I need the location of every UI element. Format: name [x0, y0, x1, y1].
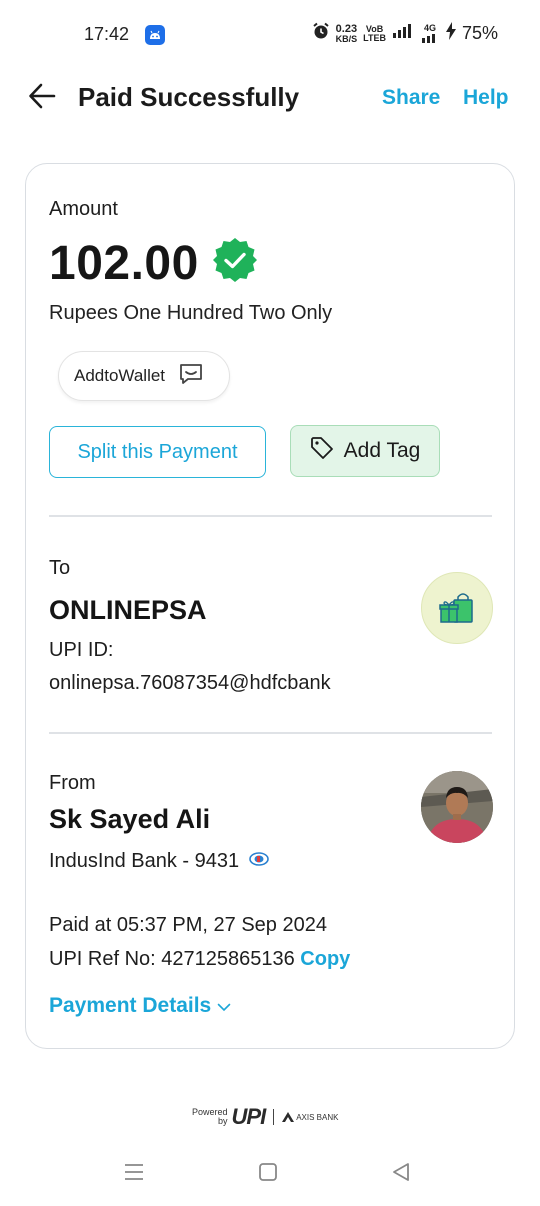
payment-note-text: AddtoWallet — [74, 366, 166, 385]
page-title: Paid Successfully — [78, 82, 300, 112]
amount-label: Amount — [49, 198, 118, 220]
upi-ref-text: UPI Ref No: 427125865136 — [49, 948, 295, 970]
upi-id-label: UPI ID: — [49, 639, 114, 661]
payee-name: ONLINEPSA — [49, 595, 207, 625]
upi-id-value: onlinepsa.76087354@hdfcbank — [49, 672, 331, 694]
payment-note: AddtoWallet — [58, 351, 230, 401]
add-tag-button[interactable]: Add Tag — [290, 425, 440, 477]
split-payment-button[interactable]: Split this Payment — [49, 426, 266, 478]
payer-avatar — [421, 771, 493, 843]
shopping-bags-icon — [421, 572, 493, 644]
signal-icon — [392, 23, 414, 44]
powered-by-footer: Powered by UPI AXIS BANK — [192, 1104, 338, 1130]
back-arrow-icon[interactable] — [28, 82, 56, 110]
app-notification-icon — [145, 25, 165, 45]
battery-percent: 75% — [461, 23, 498, 43]
from-label: From — [49, 772, 96, 794]
amount-in-words: Rupees One Hundred Two Only — [49, 302, 333, 324]
payment-card: Amount 102.00 Rupees One Hundred Two Onl… — [25, 163, 515, 1049]
home-square-icon[interactable] — [258, 1162, 278, 1187]
payer-bank-text: IndusInd Bank - 9431 — [49, 850, 240, 872]
alarm-icon — [312, 22, 330, 45]
status-bar: 17:42 0.23 KB/S VoB LTEB 4G 75% — [0, 0, 540, 70]
divider — [49, 732, 492, 734]
status-time: 17:42 — [84, 24, 130, 44]
add-tag-label: Add Tag — [343, 439, 421, 462]
payment-details-toggle[interactable]: Payment Details — [49, 994, 231, 1018]
amount-value: 102.00 — [49, 237, 199, 290]
app-header: Paid Successfully Share Help — [0, 78, 540, 122]
axis-bank-logo: AXIS BANK — [282, 1112, 338, 1122]
powered-by-text: Powered by — [192, 1107, 228, 1126]
payer-name: Sk Sayed Ali — [49, 804, 211, 834]
back-triangle-icon[interactable] — [391, 1162, 411, 1187]
chevron-down-icon — [217, 994, 231, 1018]
upi-logo: UPI — [231, 1104, 267, 1129]
volte-indicator: VoB LTEB — [363, 23, 386, 43]
tag-icon — [310, 436, 334, 466]
recents-menu-icon[interactable] — [124, 1162, 144, 1187]
divider — [273, 1109, 275, 1125]
divider — [49, 515, 492, 517]
upi-ref-row: UPI Ref No: 427125865136 Copy — [49, 948, 350, 971]
payer-bank: IndusInd Bank - 9431 — [49, 850, 269, 873]
verified-badge-icon — [211, 236, 259, 284]
message-icon — [179, 363, 203, 390]
charging-icon — [445, 22, 456, 45]
net-speed: 0.23 KB/S — [335, 22, 358, 44]
share-button[interactable]: Share — [382, 86, 440, 110]
paid-at-text: Paid at 05:37 PM, 27 Sep 2024 — [49, 914, 327, 936]
copy-ref-button[interactable]: Copy — [300, 948, 350, 970]
system-nav-bar — [0, 1150, 540, 1206]
to-label: To — [49, 557, 71, 579]
payment-details-label: Payment Details — [49, 994, 212, 1017]
help-button[interactable]: Help — [463, 86, 509, 110]
mobile-data-icon: 4G — [420, 24, 440, 43]
bank-logo-icon — [249, 852, 269, 871]
